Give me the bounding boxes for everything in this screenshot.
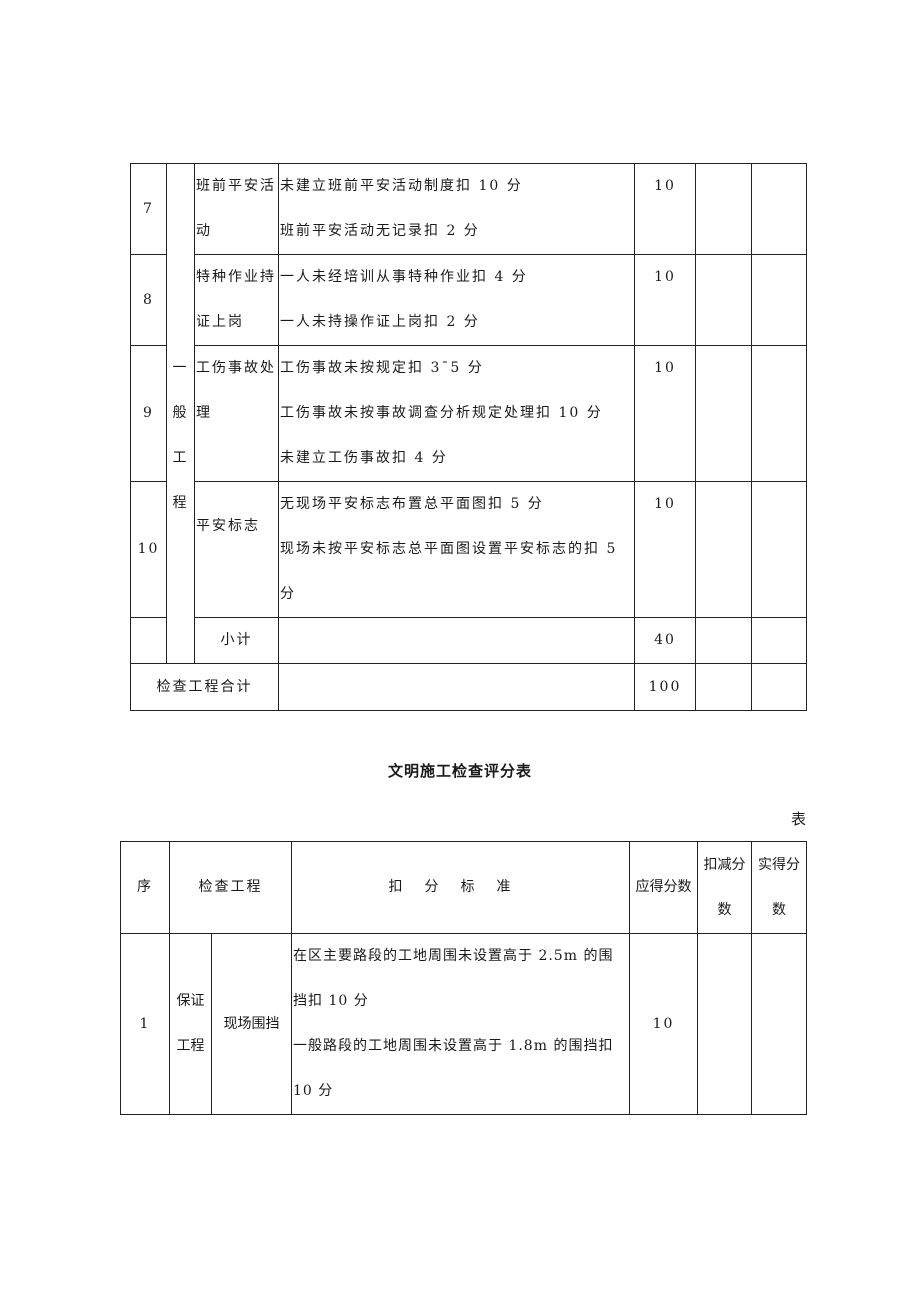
- header-full-score: 应得分数: [629, 841, 698, 934]
- total-row: 检查工程合计 100: [130, 663, 807, 711]
- table-row: 10 平安标志 无现场平安标志布置总平面图扣 5 分 现场未按平安标志总平面图设…: [130, 481, 807, 618]
- deducted-score[interactable]: [695, 163, 752, 255]
- row-number: 8: [130, 254, 167, 346]
- full-score: 10: [634, 481, 696, 618]
- group-label-guarantee: 保证 工程: [169, 933, 212, 1115]
- table-row: 8 特种作业持 证上岗 一人未经培训从事特种作业扣 4 分 一人未持操作证上岗扣…: [130, 254, 807, 346]
- total-actual[interactable]: [751, 663, 807, 711]
- full-score: 10: [634, 345, 696, 482]
- table-row: 9 工伤事故处 理 工伤事故未按规定扣 3¯5 分 工伤事故未按事故调查分析规定…: [130, 345, 807, 482]
- group-label-general: 一 般 工 程: [166, 163, 195, 664]
- row-number: 10: [130, 481, 167, 618]
- actual-score[interactable]: [751, 933, 807, 1115]
- subtotal-row: 小计 40: [130, 617, 807, 664]
- deduction-criteria: 无现场平安标志布置总平面图扣 5 分 现场未按平安标志总平面图设置平安标志的扣 …: [278, 481, 635, 618]
- actual-score[interactable]: [751, 345, 807, 482]
- subtotal-deducted[interactable]: [695, 617, 752, 664]
- row-number: 9: [130, 345, 167, 482]
- header-deducted: 扣减分 数: [697, 841, 752, 934]
- total-label: 检查工程合计: [130, 663, 279, 711]
- total-deducted[interactable]: [695, 663, 752, 711]
- check-item: 工伤事故处 理: [194, 345, 279, 482]
- empty-cell: [278, 617, 635, 664]
- row-number: 1: [120, 933, 170, 1115]
- deduction-criteria: 一人未经培训从事特种作业扣 4 分 一人未持操作证上岗扣 2 分: [278, 254, 635, 346]
- table-row: 1 保证 工程 现场围挡 在区主要路段的工地周围未设置高于 2.5m 的围 挡扣…: [120, 933, 807, 1115]
- deducted-score[interactable]: [695, 481, 752, 618]
- row-number: 7: [130, 163, 167, 255]
- check-item: 特种作业持 证上岗: [194, 254, 279, 346]
- safety-score-table-continued: 7 一 般 工 程 班前平安活 动 未建立班前平安活动制度扣 10 分 班前平安…: [130, 163, 807, 711]
- header-actual: 实得分 数: [751, 841, 807, 934]
- check-item: 平安标志: [194, 481, 279, 618]
- full-score: 10: [629, 933, 698, 1115]
- header-criteria: 扣分标准: [291, 841, 630, 934]
- subtotal-label: 小计: [194, 617, 279, 664]
- subtotal-actual[interactable]: [751, 617, 807, 664]
- deduction-criteria: 未建立班前平安活动制度扣 10 分 班前平安活动无记录扣 2 分: [278, 163, 635, 255]
- check-item: 班前平安活 动: [194, 163, 279, 255]
- table-tag: 表: [790, 810, 806, 828]
- deducted-score[interactable]: [695, 254, 752, 346]
- deduction-criteria: 在区主要路段的工地周围未设置高于 2.5m 的围 挡扣 10 分 一般路段的工地…: [291, 933, 630, 1115]
- table-row: 7 一 般 工 程 班前平安活 动 未建立班前平安活动制度扣 10 分 班前平安…: [130, 163, 807, 664]
- full-score: 10: [634, 254, 696, 346]
- full-score: 10: [634, 163, 696, 255]
- empty-cell: [130, 617, 167, 664]
- header-row: 序 检查工程 扣分标准 应得分数 扣减分 数 实得分 数: [120, 841, 807, 934]
- total-full-score: 100: [634, 663, 696, 711]
- subtotal-full-score: 40: [634, 617, 696, 664]
- deducted-score[interactable]: [695, 345, 752, 482]
- deduction-criteria: 工伤事故未按规定扣 3¯5 分 工伤事故未按事故调查分析规定处理扣 10 分 未…: [278, 345, 635, 482]
- actual-score[interactable]: [751, 254, 807, 346]
- empty-cell: [278, 663, 635, 711]
- actual-score[interactable]: [751, 481, 807, 618]
- header-no: 序: [120, 841, 170, 934]
- civilized-construction-score-table: 序 检查工程 扣分标准 应得分数 扣减分 数 实得分 数 1 保证 工程 现场围…: [120, 841, 807, 1115]
- check-item: 现场围挡: [211, 933, 292, 1115]
- header-check-item: 检查工程: [169, 841, 292, 934]
- actual-score[interactable]: [751, 163, 807, 255]
- document-title: 文明施工检查评分表: [387, 762, 532, 780]
- deducted-score[interactable]: [697, 933, 752, 1115]
